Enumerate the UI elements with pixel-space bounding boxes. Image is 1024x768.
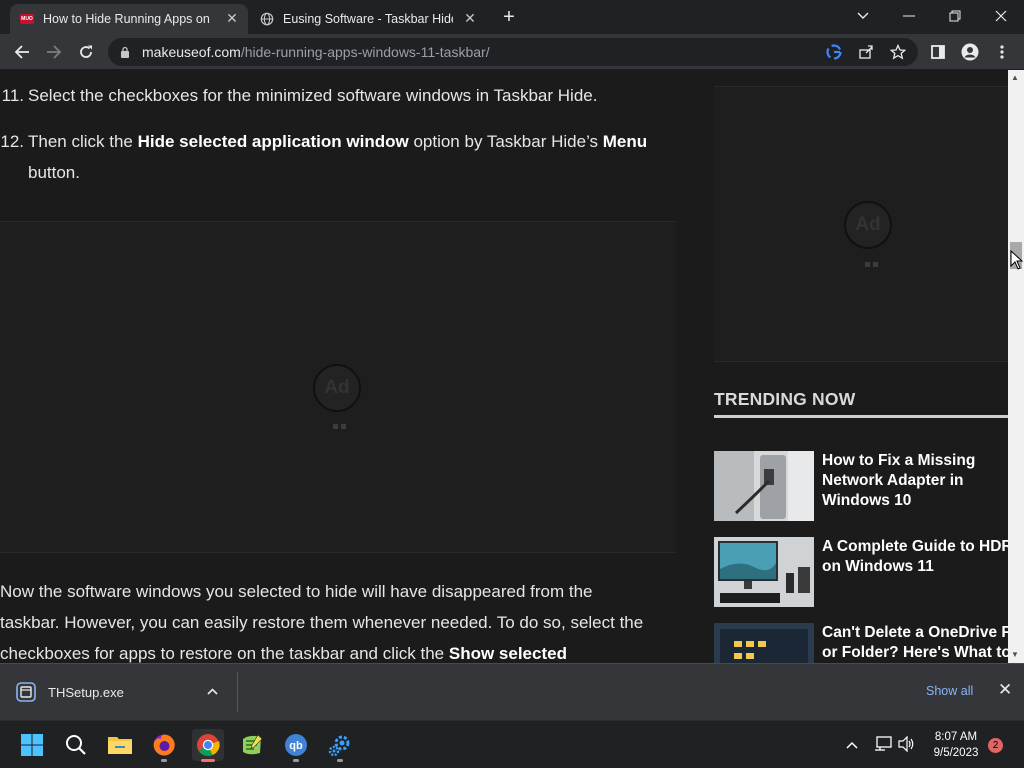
ad-placeholder-icon: Ad <box>844 201 892 249</box>
step-number: 12. <box>0 132 24 151</box>
minimize-button[interactable] <box>886 0 932 32</box>
trending-item-title[interactable]: Can't Delete a OneDrive Fi or Folder? He… <box>822 623 1008 663</box>
download-filename: THSetup.exe <box>48 685 124 700</box>
installer-file-icon <box>16 682 36 702</box>
thumbnail-hdr-monitor[interactable] <box>714 537 814 607</box>
tab-search-button[interactable] <box>840 0 886 32</box>
search-icon <box>66 735 86 755</box>
clock-date: 9/5/2023 <box>933 747 979 759</box>
tab-close-icon[interactable]: ✕ <box>462 10 478 27</box>
close-shelf-icon[interactable]: ✕ <box>998 680 1012 700</box>
loading-dots <box>865 262 878 267</box>
article-paragraph: Now the software windows you selected to… <box>0 582 644 663</box>
trending-heading: TRENDING NOW <box>714 389 856 409</box>
bookmark-star-icon[interactable] <box>890 44 906 60</box>
chrome-icon <box>197 734 220 756</box>
profile-button[interactable] <box>958 40 982 64</box>
file-explorer-button[interactable] <box>104 729 136 761</box>
lock-icon[interactable] <box>120 46 130 58</box>
chrome-button[interactable] <box>192 729 224 762</box>
arrow-right-icon <box>47 45 62 59</box>
notepad-plus-plus-button[interactable] <box>236 729 268 761</box>
web-page: 11. Select the checkboxes for the minimi… <box>0 70 1008 663</box>
url-text: makeuseof.com/hide-running-apps-windows-… <box>142 44 490 60</box>
folder-icon <box>108 737 132 754</box>
side-panel-button[interactable] <box>926 40 950 64</box>
network-icon[interactable] <box>874 736 892 752</box>
tab-title: How to Hide Running Apps on th <box>43 12 213 26</box>
browser-toolbar: makeuseof.com/hide-running-apps-windows-… <box>0 34 1024 70</box>
qbittorrent-icon: qb <box>285 734 307 756</box>
list-item-step-11: 11. Select the checkboxes for the minimi… <box>2 80 688 111</box>
tab-inactive[interactable]: Eusing Software - Taskbar Hide - ✕ <box>250 4 486 34</box>
tab-close-icon[interactable]: ✕ <box>224 10 240 27</box>
clock-time: 8:07 AM <box>934 731 978 743</box>
list-item-step-12: 12. Then click the Hide selected applica… <box>0 126 688 188</box>
firefox-icon <box>153 734 175 756</box>
mouse-cursor-icon <box>1010 250 1024 270</box>
option-name: Hide selected application window <box>137 132 409 151</box>
trending-item-title[interactable]: A Complete Guide to HDR on Windows 11 <box>822 537 1008 577</box>
windows-logo-icon <box>21 734 43 756</box>
google-lens-icon[interactable] <box>826 44 842 60</box>
volume-icon[interactable] <box>898 736 916 752</box>
thumbnail-onedrive[interactable] <box>714 623 814 663</box>
ad-slot-main[interactable]: Ad <box>0 221 676 553</box>
kebab-menu-icon <box>1000 45 1004 59</box>
step-number: 11. <box>1 86 24 105</box>
trending-item[interactable]: A Complete Guide to HDR on Windows 11 <box>714 537 1008 609</box>
chevron-up-icon[interactable] <box>207 688 218 695</box>
search-button[interactable] <box>60 729 92 761</box>
side-panel-icon <box>931 45 945 59</box>
makeuseof-favicon-icon: MUO <box>20 14 34 24</box>
notepad-plus-plus-icon <box>243 734 263 755</box>
tab-strip: MUO How to Hide Running Apps on th ✕ Eus… <box>0 0 1024 34</box>
close-window-button[interactable] <box>978 0 1024 32</box>
chevron-down-icon <box>857 12 869 19</box>
page-scrollbar[interactable]: ▲ ▼ <box>1008 70 1024 663</box>
loading-dots <box>333 424 346 429</box>
taskbar-hide-button[interactable] <box>324 729 356 762</box>
start-button[interactable] <box>16 729 48 761</box>
ad-placeholder-icon: Ad <box>313 364 361 412</box>
scroll-up-arrow-icon[interactable]: ▲ <box>1011 73 1019 82</box>
restore-icon <box>949 10 961 22</box>
ad-slot-sidebar[interactable]: Ad <box>714 86 1008 362</box>
trending-item-title[interactable]: How to Fix a Missing Network Adapter in … <box>822 451 1008 511</box>
divider <box>714 415 1008 418</box>
svg-text:qb: qb <box>289 740 303 752</box>
share-icon[interactable] <box>858 44 874 60</box>
download-item[interactable]: THSetup.exe <box>10 672 238 712</box>
forward-button[interactable] <box>42 40 66 64</box>
reload-button[interactable] <box>74 40 98 64</box>
globe-icon <box>260 12 274 26</box>
system-clock[interactable]: 8:07 AM 9/5/2023 <box>926 729 986 761</box>
firefox-button[interactable] <box>148 729 180 762</box>
chevron-up-icon[interactable] <box>846 741 858 749</box>
trending-item[interactable]: How to Fix a Missing Network Adapter in … <box>714 451 1008 523</box>
close-icon <box>995 10 1007 22</box>
windows-taskbar: qb 8:07 AM 9/5/2023 2 <box>0 720 1024 768</box>
reload-icon <box>80 45 92 58</box>
arrow-left-icon <box>14 45 29 59</box>
back-button[interactable] <box>10 40 34 64</box>
tab-title: Eusing Software - Taskbar Hide - <box>283 12 453 26</box>
trending-item[interactable]: Can't Delete a OneDrive Fi or Folder? He… <box>714 623 1008 663</box>
address-bar[interactable]: makeuseof.com/hide-running-apps-windows-… <box>108 38 918 66</box>
restore-button[interactable] <box>932 0 978 32</box>
menu-name: Menu <box>602 132 648 151</box>
scroll-down-arrow-icon[interactable]: ▼ <box>1011 650 1019 659</box>
show-all-link[interactable]: Show all <box>926 684 973 698</box>
minimize-icon <box>903 15 915 17</box>
notification-badge[interactable]: 2 <box>988 738 1003 753</box>
qbittorrent-button[interactable]: qb <box>280 729 312 762</box>
step-text: Select the checkboxes for the minimized … <box>28 86 598 105</box>
menu-button[interactable] <box>990 40 1014 64</box>
download-shelf: THSetup.exe Show all ✕ <box>0 663 1024 720</box>
thumbnail-network-adapter[interactable] <box>714 451 814 521</box>
avatar-icon <box>961 43 979 61</box>
new-tab-button[interactable]: + <box>496 6 522 30</box>
gears-icon <box>328 735 350 757</box>
tab-active[interactable]: MUO How to Hide Running Apps on th ✕ <box>10 4 248 34</box>
